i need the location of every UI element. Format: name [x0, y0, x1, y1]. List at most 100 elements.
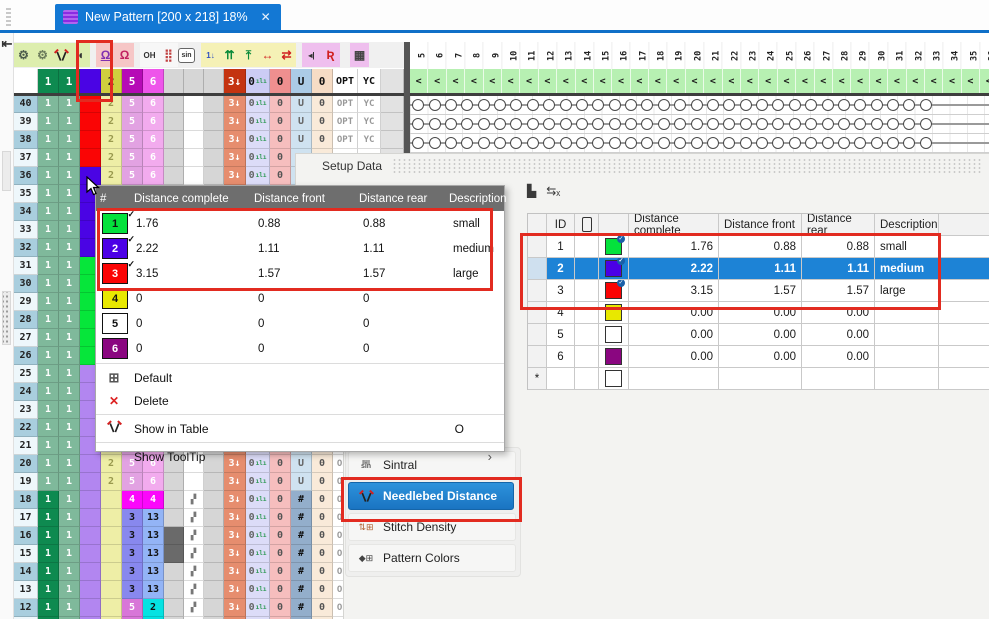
- grid-cell[interactable]: [164, 527, 184, 545]
- stitch-symbol[interactable]: [674, 118, 686, 130]
- grid-cell[interactable]: 5: [122, 113, 143, 131]
- grid-cell[interactable]: [204, 563, 224, 581]
- comb-icon[interactable]: ⣿: [159, 43, 178, 67]
- swatch-cell[interactable]: ✓: [599, 236, 629, 258]
- grid-cell[interactable]: 1: [38, 437, 59, 455]
- row-number[interactable]: 26: [14, 347, 38, 365]
- stitch-symbol[interactable]: [691, 137, 703, 149]
- stitch-symbol[interactable]: [887, 137, 899, 149]
- machine-cell[interactable]: [575, 346, 599, 368]
- direction-arrow-cell[interactable]: <: [631, 69, 649, 93]
- extra-column-header[interactable]: [939, 214, 989, 236]
- fabric-takeup-icon[interactable]: ⇈: [220, 43, 239, 67]
- grid-cell[interactable]: #: [291, 581, 312, 599]
- grid-cell[interactable]: YC: [358, 95, 381, 113]
- grid-cell[interactable]: 1: [59, 221, 80, 239]
- table-row[interactable]: *: [528, 368, 989, 390]
- stitch-symbol[interactable]: [756, 137, 768, 149]
- row-number[interactable]: 30: [14, 275, 38, 293]
- grid-cell[interactable]: 1: [59, 167, 80, 185]
- grid-cell[interactable]: 1: [38, 185, 59, 203]
- grid-cell[interactable]: 0: [270, 545, 291, 563]
- grid-cell[interactable]: 1: [59, 203, 80, 221]
- grid-cell[interactable]: 3↓: [224, 581, 246, 599]
- grid-cell[interactable]: [204, 599, 224, 617]
- machine-icon-cell[interactable]: ▞: [184, 581, 204, 599]
- direction-arrow-cell[interactable]: <: [594, 69, 612, 93]
- grid-cell[interactable]: [204, 527, 224, 545]
- grid-cell[interactable]: 3↓: [224, 149, 246, 167]
- grid-cell[interactable]: 1: [59, 545, 80, 563]
- stitch-symbol[interactable]: [478, 99, 490, 111]
- grid-cell[interactable]: 0: [312, 545, 333, 563]
- machine-icon-cell[interactable]: ▞: [184, 491, 204, 509]
- direction-arrow-cell[interactable]: <: [576, 69, 594, 93]
- stitch-symbol[interactable]: [903, 118, 915, 130]
- grid-cell[interactable]: 0: [270, 473, 291, 491]
- stitch-front-icon[interactable]: Ω: [96, 43, 115, 67]
- needlebed-distance-color-cell[interactable]: [80, 599, 101, 617]
- direction-arrow-cell[interactable]: <: [723, 69, 741, 93]
- distance-rear-cell[interactable]: [802, 368, 875, 390]
- stitch-symbol[interactable]: [903, 99, 915, 111]
- needlebed-distance-color-cell[interactable]: [80, 95, 101, 113]
- grid-cell[interactable]: OPT: [333, 95, 358, 113]
- description-cell[interactable]: medium: [875, 258, 939, 280]
- grid-cell[interactable]: [204, 131, 224, 149]
- direction-arrow-cell[interactable]: <: [925, 69, 943, 93]
- grid-cell[interactable]: [204, 167, 224, 185]
- grid-cell[interactable]: 3↓: [224, 473, 246, 491]
- stitch-symbol[interactable]: [691, 118, 703, 130]
- direction-arrow-cell[interactable]: <: [796, 69, 814, 93]
- grid-cell[interactable]: #: [291, 509, 312, 527]
- machine-column-header[interactable]: [575, 214, 599, 236]
- description-cell[interactable]: large: [875, 280, 939, 302]
- color-swatch[interactable]: 5: [102, 313, 128, 334]
- stitch-symbol[interactable]: [822, 99, 834, 111]
- description-column-header[interactable]: Description: [875, 214, 939, 236]
- grid-cell[interactable]: 0ılı: [246, 545, 270, 563]
- grid-cell[interactable]: [184, 167, 204, 185]
- grid-cell[interactable]: 13: [143, 563, 164, 581]
- grid-cell[interactable]: 3↓: [224, 491, 246, 509]
- id-column-header[interactable]: ID: [547, 214, 575, 236]
- table-row[interactable]: 50.000.000.00: [528, 324, 989, 346]
- grid-cell[interactable]: 1: [59, 95, 80, 113]
- grid-cell[interactable]: [164, 563, 184, 581]
- table-row[interactable]: 60.000.000.00: [528, 346, 989, 368]
- id-cell[interactable]: 1: [547, 236, 575, 258]
- grid-cell[interactable]: [164, 69, 184, 95]
- stitch-symbol[interactable]: [592, 137, 604, 149]
- stitch-symbol[interactable]: [641, 99, 653, 111]
- stitch-symbol[interactable]: [445, 118, 457, 130]
- grid-cell[interactable]: 2: [101, 473, 122, 491]
- grid-cell[interactable]: #: [291, 545, 312, 563]
- grid-cell[interactable]: [164, 599, 184, 617]
- needlebed-distance-color-cell[interactable]: [80, 563, 101, 581]
- grid-cell[interactable]: 0ılı: [246, 131, 270, 149]
- grid-cell[interactable]: 1: [38, 419, 59, 437]
- stitch-symbol[interactable]: [461, 118, 473, 130]
- stitch-symbol[interactable]: [478, 137, 490, 149]
- needlebed-distance-color-cell[interactable]: [80, 509, 101, 527]
- grid-cell[interactable]: 4: [143, 491, 164, 509]
- grid-cell[interactable]: 1: [38, 275, 59, 293]
- stitch-symbol[interactable]: [641, 137, 653, 149]
- grid-cell[interactable]: 0: [312, 599, 333, 617]
- grid-cell[interactable]: 1: [38, 365, 59, 383]
- grid-cell[interactable]: #: [291, 527, 312, 545]
- stitch-symbol[interactable]: [429, 118, 441, 130]
- stitch-symbol[interactable]: [429, 99, 441, 111]
- grid-cell[interactable]: 1: [38, 401, 59, 419]
- grid-cell[interactable]: 5: [122, 599, 143, 617]
- row-selector-cell[interactable]: [528, 236, 547, 258]
- grid-cell[interactable]: 1: [59, 473, 80, 491]
- grid-cell[interactable]: 0ılı: [246, 473, 270, 491]
- row-number[interactable]: 12: [14, 599, 38, 617]
- grid-cell[interactable]: 1: [59, 69, 80, 95]
- grid-cell[interactable]: 3: [122, 581, 143, 599]
- grid-cell[interactable]: 0ılı: [246, 491, 270, 509]
- stitch-symbol[interactable]: [740, 137, 752, 149]
- stitch-symbol[interactable]: [854, 137, 866, 149]
- grid-cell[interactable]: 3↓: [224, 167, 246, 185]
